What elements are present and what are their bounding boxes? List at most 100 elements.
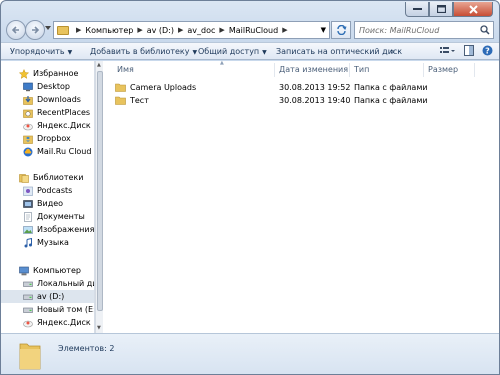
sidebar-item-av-d[interactable]: av (D:) bbox=[1, 290, 94, 303]
breadcrumb-drive[interactable]: av (D:) ▶ bbox=[147, 26, 188, 35]
sidebar-item-music[interactable]: Музыка bbox=[1, 236, 94, 249]
mailru-cloud-icon bbox=[23, 147, 33, 156]
search-icon[interactable] bbox=[480, 25, 490, 35]
file-row[interactable]: Тест 30.08.2013 19:40 Папка с файлами bbox=[109, 95, 479, 107]
favorites-group: Избранное Desktop Downloads RecentPlaces… bbox=[1, 67, 94, 158]
file-date: 30.08.2013 19:52 bbox=[279, 83, 351, 92]
close-icon bbox=[468, 4, 478, 14]
sidebar-item-new-volume-e[interactable]: Новый том (E:) bbox=[1, 303, 94, 316]
folder-large-icon bbox=[19, 343, 41, 370]
search-box[interactable] bbox=[354, 21, 494, 39]
share-menu[interactable]: Общий доступ ▼ bbox=[198, 47, 267, 56]
refresh-icon bbox=[336, 25, 347, 35]
computer-header[interactable]: Компьютер bbox=[1, 264, 94, 277]
sort-indicator-icon: ▲ bbox=[220, 60, 224, 66]
file-row[interactable]: Camera Uploads 30.08.2013 19:52 Папка с … bbox=[109, 82, 479, 94]
libraries-icon bbox=[19, 173, 29, 183]
minimize-icon bbox=[412, 8, 422, 10]
sidebar-item-local-disk[interactable]: Локальный диск bbox=[1, 277, 94, 290]
hard-drive-icon bbox=[23, 294, 33, 300]
sidebar-item-desktop[interactable]: Desktop bbox=[1, 80, 94, 93]
sidebar-item-mailru-cloud[interactable]: Mail.Ru Cloud bbox=[1, 145, 94, 158]
refresh-button[interactable] bbox=[331, 21, 351, 39]
search-input[interactable] bbox=[359, 25, 477, 35]
navigation-scrollbar[interactable]: ▲ ▼ bbox=[95, 61, 103, 333]
arrow-right-icon bbox=[32, 26, 40, 34]
crumb-separator-icon[interactable]: ▶ bbox=[72, 26, 85, 34]
computer-icon bbox=[19, 266, 29, 275]
column-header-date[interactable]: Дата изменения bbox=[279, 65, 348, 74]
forward-button[interactable] bbox=[25, 20, 45, 40]
view-options-button[interactable] bbox=[440, 46, 456, 58]
music-icon bbox=[24, 237, 32, 247]
address-bar[interactable]: ▶ Компьютер ▶ av (D:) ▶ av_doc ▶ MailRuClou… bbox=[53, 21, 330, 39]
recent-pages-dropdown-icon[interactable] bbox=[45, 26, 51, 30]
yandex-disk-icon bbox=[23, 320, 33, 327]
help-button[interactable]: ? bbox=[482, 45, 493, 58]
sidebar-item-documents[interactable]: Документы bbox=[1, 210, 94, 223]
libraries-header[interactable]: Библиотеки bbox=[1, 171, 94, 184]
sidebar-item-podcasts[interactable]: Podcasts bbox=[1, 184, 94, 197]
organize-menu[interactable]: Упорядочить ▼ bbox=[10, 47, 72, 56]
sidebar-item-downloads[interactable]: Downloads bbox=[1, 93, 94, 106]
explorer-window: ▶ Компьютер ▶ av (D:) ▶ av_doc ▶ MailRuClou… bbox=[0, 0, 500, 375]
downloads-icon bbox=[23, 95, 33, 105]
column-header-size[interactable]: Размер bbox=[428, 65, 458, 74]
maximize-icon bbox=[436, 5, 446, 13]
preview-pane-button[interactable] bbox=[464, 45, 474, 58]
close-button[interactable] bbox=[453, 2, 493, 17]
images-icon bbox=[23, 225, 33, 234]
navigation-pane: Избранное Desktop Downloads RecentPlaces… bbox=[1, 61, 95, 333]
help-icon: ? bbox=[482, 45, 493, 56]
file-list: ▲ Имя Дата изменения Тип Размер Camera U… bbox=[103, 60, 499, 333]
documents-icon bbox=[24, 211, 32, 222]
svg-text:?: ? bbox=[485, 46, 490, 55]
column-divider bbox=[274, 63, 275, 77]
column-header-type[interactable]: Тип bbox=[354, 65, 369, 74]
column-divider bbox=[474, 63, 475, 77]
star-icon bbox=[19, 68, 29, 79]
favorites-header[interactable]: Избранное bbox=[1, 67, 94, 80]
file-type: Папка с файлами bbox=[354, 83, 428, 92]
dropbox-icon bbox=[23, 135, 33, 144]
folder-icon bbox=[115, 96, 126, 105]
minimize-button[interactable] bbox=[405, 2, 429, 17]
sidebar-item-video[interactable]: Видео bbox=[1, 197, 94, 210]
video-icon bbox=[23, 199, 33, 208]
breadcrumb-computer[interactable]: Компьютер ▶ bbox=[85, 26, 146, 35]
sidebar-item-recentplaces[interactable]: RecentPlaces bbox=[1, 106, 94, 119]
maximize-button[interactable] bbox=[429, 2, 453, 17]
scroll-up-icon[interactable]: ▲ bbox=[97, 62, 101, 68]
scroll-down-icon[interactable]: ▼ bbox=[97, 325, 101, 331]
hard-drive-icon bbox=[23, 307, 33, 313]
column-divider bbox=[423, 63, 424, 77]
column-divider bbox=[349, 63, 350, 77]
breadcrumb-folder[interactable]: av_doc ▶ bbox=[187, 26, 228, 35]
file-type: Папка с файлами bbox=[354, 96, 428, 105]
item-count: Элементов: 2 bbox=[58, 344, 115, 353]
recent-places-icon bbox=[23, 109, 33, 118]
more-commands-button[interactable]: » bbox=[390, 47, 395, 56]
sidebar-item-images[interactable]: Изображения bbox=[1, 223, 94, 236]
breadcrumb-current[interactable]: MailRuCloud ▶ bbox=[229, 26, 292, 35]
view-list-icon bbox=[440, 46, 455, 53]
sidebar-item-yandex-disk-drive[interactable]: Яндекс.Диск bbox=[1, 316, 94, 329]
hard-drive-icon bbox=[23, 281, 33, 287]
window-controls bbox=[405, 2, 493, 17]
folder-icon bbox=[57, 25, 69, 35]
preview-pane-icon bbox=[464, 45, 474, 56]
address-history-dropdown-icon[interactable]: ▼ bbox=[321, 26, 326, 34]
file-name: Camera Uploads bbox=[130, 83, 197, 92]
sidebar-item-yandex-disk[interactable]: Яндекс.Диск bbox=[1, 119, 94, 132]
folder-icon bbox=[115, 83, 126, 92]
address-row: ▶ Компьютер ▶ av (D:) ▶ av_doc ▶ MailRuClou… bbox=[1, 18, 499, 42]
column-header-name[interactable]: Имя bbox=[117, 65, 134, 74]
command-bar: Упорядочить ▼ Добавить в библиотеку ▼ Общи… bbox=[1, 42, 499, 60]
libraries-group: Библиотеки Podcasts Видео Документы Изоб… bbox=[1, 171, 94, 249]
back-button[interactable] bbox=[6, 20, 26, 40]
sidebar-item-dropbox[interactable]: Dropbox bbox=[1, 132, 94, 145]
burn-button[interactable]: Записать на оптический диск bbox=[276, 47, 402, 56]
file-date: 30.08.2013 19:40 bbox=[279, 96, 351, 105]
details-pane: Элементов: 2 bbox=[1, 333, 499, 374]
add-to-library-menu[interactable]: Добавить в библиотеку ▼ bbox=[90, 47, 197, 56]
